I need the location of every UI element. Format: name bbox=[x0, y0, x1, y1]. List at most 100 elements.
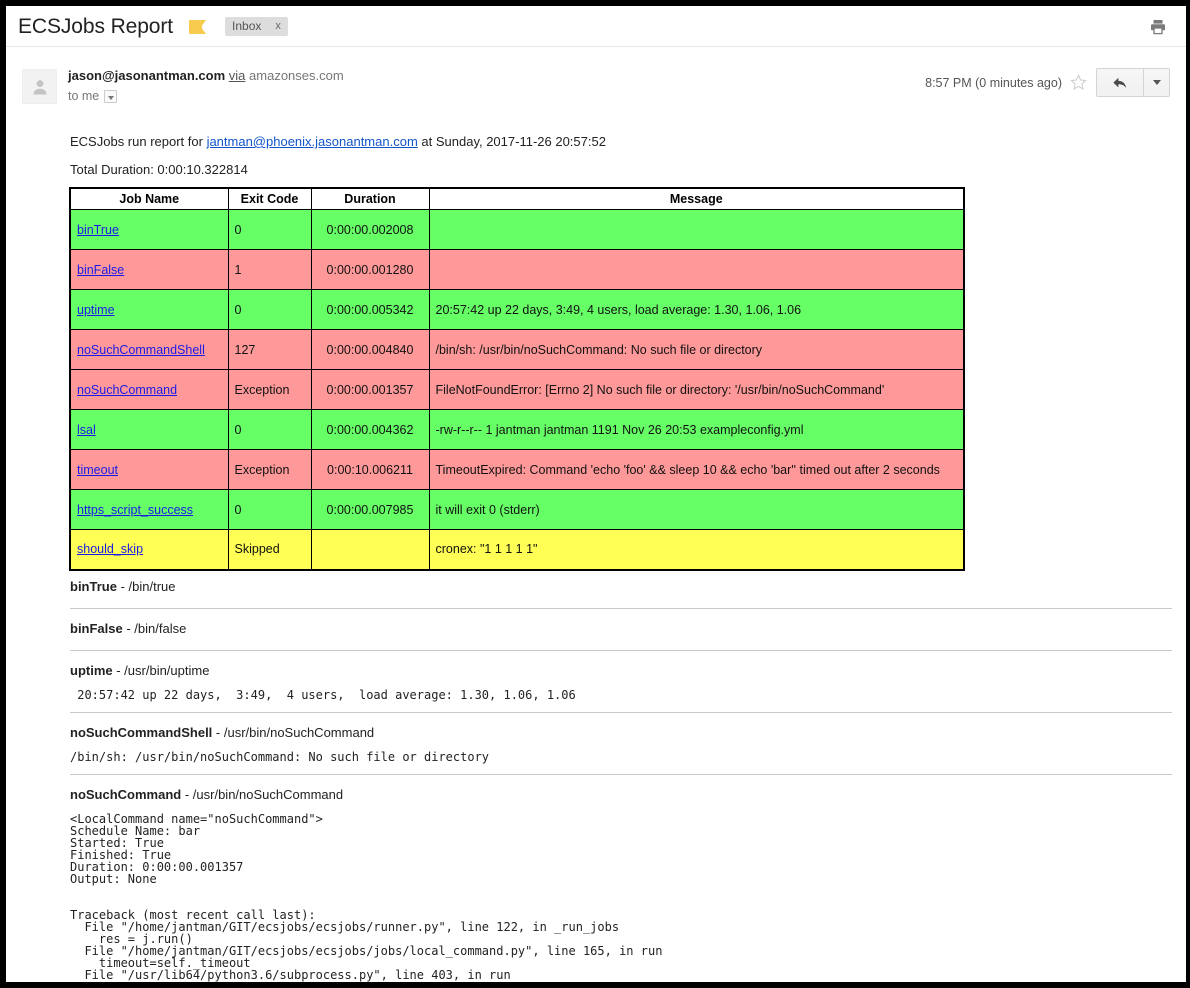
cell-duration: 0:00:10.006211 bbox=[311, 450, 429, 490]
page-title: ECSJobs Report bbox=[18, 15, 173, 39]
job-detail-section: noSuchCommand - /usr/bin/noSuchCommand<L… bbox=[70, 785, 1172, 982]
label-tag-icon[interactable] bbox=[189, 20, 206, 34]
cell-exit-code: Skipped bbox=[228, 530, 311, 570]
cell-exit-code: 127 bbox=[228, 330, 311, 370]
job-detail-path: - /usr/bin/noSuchCommand bbox=[181, 787, 343, 802]
via-label[interactable]: via bbox=[229, 68, 246, 83]
job-name-link[interactable]: should_skip bbox=[77, 542, 143, 556]
job-detail-name: uptime bbox=[70, 663, 113, 678]
table-row: uptime00:00:00.00534220:57:42 up 22 days… bbox=[70, 290, 964, 330]
cell-exit-code: 0 bbox=[228, 410, 311, 450]
job-detail-section: binTrue - /bin/true bbox=[70, 577, 1172, 599]
intro-suffix: at Sunday, 2017-11-26 20:57:52 bbox=[418, 134, 606, 149]
cell-exit-code: 0 bbox=[228, 490, 311, 530]
reply-button[interactable] bbox=[1096, 68, 1144, 97]
cell-duration: 0:00:00.002008 bbox=[311, 210, 429, 250]
cell-duration: 0:00:00.004840 bbox=[311, 330, 429, 370]
table-row: binTrue 00:00:00.002008 bbox=[70, 210, 964, 250]
reply-arrow-icon bbox=[1111, 74, 1129, 92]
sender-address[interactable]: jason@jasonantman.com bbox=[68, 68, 225, 83]
cell-message: cronex: "1 1 1 1 1" bbox=[429, 530, 964, 570]
recipient-details-chevron-down-icon[interactable] bbox=[104, 90, 117, 103]
star-outline-icon bbox=[1070, 74, 1087, 91]
job-detail-heading: noSuchCommand - /usr/bin/noSuchCommand bbox=[70, 785, 1172, 807]
job-detail-name: noSuchCommand bbox=[70, 787, 181, 802]
column-header-message: Message bbox=[429, 188, 964, 210]
job-detail-path: - /usr/bin/noSuchCommand bbox=[212, 725, 374, 740]
cell-message: it will exit 0 (stderr) bbox=[429, 490, 964, 530]
report-email-link[interactable]: jantman@phoenix.jasonantman.com bbox=[207, 134, 418, 149]
cell-job-name: timeout bbox=[70, 450, 228, 490]
reply-button-group bbox=[1096, 68, 1170, 97]
gmail-message-page: ECSJobs Report Inbox x bbox=[6, 6, 1186, 982]
cell-message: /bin/sh: /usr/bin/noSuchCommand: No such… bbox=[429, 330, 964, 370]
cell-message: -rw-r--r-- 1 jantman jantman 1191 Nov 26… bbox=[429, 410, 964, 450]
table-row: timeout Exception0:00:10.006211TimeoutExp… bbox=[70, 450, 964, 490]
job-detail-section: uptime - /usr/bin/uptime 20:57:42 up 22 … bbox=[70, 661, 1172, 703]
cell-duration: 0:00:00.005342 bbox=[311, 290, 429, 330]
message-timestamp: 8:57 PM (0 minutes ago) bbox=[925, 76, 1062, 90]
remove-label-icon[interactable]: x bbox=[275, 18, 281, 34]
cell-message: TimeoutExpired: Command 'echo 'foo' && s… bbox=[429, 450, 964, 490]
column-header-job-name: Job Name bbox=[70, 188, 228, 210]
cell-exit-code: Exception bbox=[228, 370, 311, 410]
column-header-duration: Duration bbox=[311, 188, 429, 210]
job-detail-section: binFalse - /bin/false bbox=[70, 619, 1172, 641]
recipient-text: to me bbox=[68, 89, 99, 103]
job-name-link[interactable]: noSuchCommand bbox=[77, 383, 177, 397]
job-detail-heading: uptime - /usr/bin/uptime bbox=[70, 661, 1172, 683]
cell-exit-code: Exception bbox=[228, 450, 311, 490]
cell-duration: 0:00:00.001357 bbox=[311, 370, 429, 410]
print-button[interactable] bbox=[1146, 15, 1170, 39]
jobs-report-table: Job Name Exit Code Duration Message binT… bbox=[69, 187, 965, 571]
job-detail-name: binTrue bbox=[70, 579, 117, 594]
job-detail-heading: noSuchCommandShell - /usr/bin/noSuchComm… bbox=[70, 723, 1172, 745]
job-name-link[interactable]: lsal bbox=[77, 423, 96, 437]
cell-duration bbox=[311, 530, 429, 570]
cell-duration: 0:00:00.001280 bbox=[311, 250, 429, 290]
table-row: binFalse10:00:00.001280 bbox=[70, 250, 964, 290]
sender-line: jason@jasonantman.com via amazonses.com bbox=[68, 68, 344, 83]
table-row: noSuchCommandShell 1270:00:00.004840/bin/… bbox=[70, 330, 964, 370]
job-detail-path: - /bin/false bbox=[123, 621, 187, 636]
person-avatar-icon bbox=[30, 77, 50, 97]
cell-job-name: noSuchCommand bbox=[70, 370, 228, 410]
job-name-link[interactable]: binTrue bbox=[77, 223, 119, 237]
cell-message bbox=[429, 210, 964, 250]
message-actions: 8:57 PM (0 minutes ago) bbox=[925, 68, 1170, 97]
cell-duration: 0:00:00.007985 bbox=[311, 490, 429, 530]
job-detail-output: /bin/sh: /usr/bin/noSuchCommand: No such… bbox=[70, 745, 1172, 765]
job-details-container: binTrue - /bin/true binFalse - /bin/false… bbox=[70, 577, 1172, 982]
job-name-link[interactable]: noSuchCommandShell bbox=[77, 343, 205, 357]
cell-job-name: uptime bbox=[70, 290, 228, 330]
print-icon bbox=[1149, 18, 1167, 36]
cell-duration: 0:00:00.004362 bbox=[311, 410, 429, 450]
cell-exit-code: 0 bbox=[228, 210, 311, 250]
job-detail-name: noSuchCommandShell bbox=[70, 725, 212, 740]
section-divider bbox=[70, 774, 1172, 775]
recipient-line: to me bbox=[68, 89, 117, 103]
job-detail-name: binFalse bbox=[70, 621, 123, 636]
job-detail-output: <LocalCommand name="noSuchCommand"> Sche… bbox=[70, 807, 1172, 982]
star-button[interactable] bbox=[1069, 74, 1087, 92]
subject-bar: ECSJobs Report Inbox x bbox=[6, 6, 1186, 47]
more-actions-button[interactable] bbox=[1144, 68, 1170, 97]
cell-message bbox=[429, 250, 964, 290]
table-row: lsal 00:00:00.004362-rw-r--r-- 1 jantman … bbox=[70, 410, 964, 450]
job-name-link[interactable]: uptime bbox=[77, 303, 115, 317]
section-divider bbox=[70, 650, 1172, 651]
job-name-link[interactable]: timeout bbox=[77, 463, 118, 477]
cell-job-name: lsal bbox=[70, 410, 228, 450]
table-row: noSuchCommandException0:00:00.001357File… bbox=[70, 370, 964, 410]
job-name-link[interactable]: https_script_success bbox=[77, 503, 193, 517]
section-divider bbox=[70, 712, 1172, 713]
job-name-link[interactable]: binFalse bbox=[77, 263, 124, 277]
report-intro-line: ECSJobs run report for jantman@phoenix.j… bbox=[70, 133, 606, 151]
inbox-label-chip[interactable]: Inbox x bbox=[225, 17, 288, 36]
column-header-exit-code: Exit Code bbox=[228, 188, 311, 210]
section-divider bbox=[70, 608, 1172, 609]
cell-job-name: should_skip bbox=[70, 530, 228, 570]
job-detail-heading: binFalse - /bin/false bbox=[70, 619, 1172, 641]
table-row: should_skip Skipped cronex: "1 1 1 1 1" bbox=[70, 530, 964, 570]
job-detail-heading: binTrue - /bin/true bbox=[70, 577, 1172, 599]
